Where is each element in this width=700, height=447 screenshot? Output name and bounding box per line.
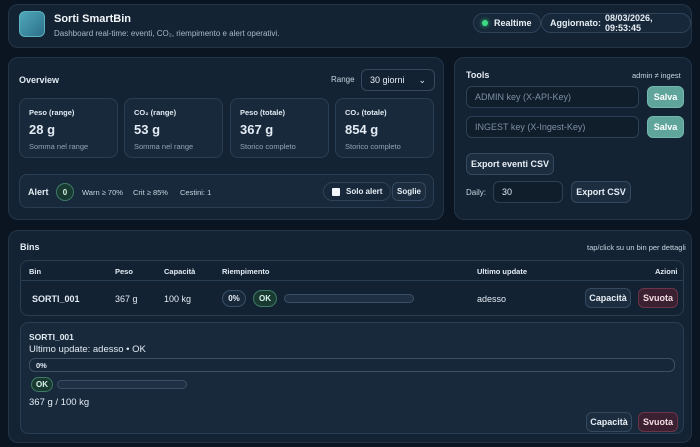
save-ingest-key-button[interactable]: Salva	[647, 116, 684, 138]
export-csv-button[interactable]: Export CSV	[571, 181, 631, 203]
logo-icon	[19, 11, 45, 37]
col-header-ultimo-update: Ultimo update	[477, 267, 527, 276]
stat-caption: Somma nel range	[134, 142, 194, 151]
stat-label: Peso (range)	[29, 108, 75, 117]
realtime-badge: Realtime	[473, 13, 541, 33]
cell-ultimo-update: adesso	[477, 294, 507, 304]
updated-value: 08/03/2026, 09:53:45	[605, 13, 653, 33]
tools-title: Tools	[466, 70, 490, 80]
status-badge: OK	[253, 290, 277, 307]
realtime-label: Realtime	[494, 18, 532, 28]
capacity-button[interactable]: Capacità	[585, 288, 631, 308]
detail-progress-bar	[57, 380, 187, 389]
app-subtitle: Dashboard real-time: eventi, CO₂, riempi…	[54, 29, 280, 38]
updated-badge: Aggiornato: 08/03/2026, 09:53:45	[541, 13, 691, 33]
alert-warn: Warn ≥ 70%	[82, 188, 123, 197]
save-admin-key-button[interactable]: Salva	[647, 86, 684, 108]
ingest-key-input[interactable]	[466, 116, 639, 138]
alert-crit: Crit ≥ 85%	[133, 188, 168, 197]
bins-hint: tap/click su un bin per dettagli	[587, 243, 686, 252]
bins-title: Bins	[20, 242, 40, 252]
empty-bin-button[interactable]: Svuota	[638, 288, 678, 308]
col-header-riempimento: Riempimento	[222, 267, 270, 276]
tools-role: admin ≠ ingest	[632, 71, 681, 80]
solo-alert-toggle[interactable]: Solo alert	[323, 182, 392, 201]
col-header-azioni: Azioni	[655, 267, 678, 276]
stat-label: CO₂ (totale)	[345, 108, 387, 117]
bins-card: Bins tap/click su un bin per dettagli Bi…	[8, 230, 692, 443]
detail-percent-bar: 0%	[29, 358, 675, 372]
alert-bar: Alert 0 Warn ≥ 70% Crit ≥ 85% Cestini: 1…	[19, 174, 434, 208]
detail-bin-name: SORTI_001	[29, 332, 74, 342]
stat-caption: Storico completo	[240, 142, 296, 151]
col-header-peso: Peso	[115, 267, 133, 276]
stat-caption: Somma nel range	[29, 142, 89, 151]
col-header-capacita: Capacità	[164, 267, 196, 276]
detail-last-update: Ultimo update: adesso • OK	[29, 344, 146, 355]
header-card: Sorti SmartBin Dashboard real-time: even…	[8, 4, 692, 48]
cell-peso: 367 g	[115, 294, 138, 304]
fill-progress-bar	[284, 294, 414, 303]
status-dot-icon	[482, 20, 488, 26]
stat-card-co2-range: CO₂ (range) 53 g Somma nel range	[124, 98, 223, 158]
stat-card-peso-range: Peso (range) 28 g Somma nel range	[19, 98, 118, 158]
fill-percent-badge: 0%	[222, 290, 246, 307]
overview-title: Overview	[19, 75, 60, 85]
range-select-value: 30 giorni	[370, 75, 405, 85]
stat-caption: Storico completo	[345, 142, 401, 151]
tools-card: Tools admin ≠ ingest Salva Salva Export …	[454, 57, 692, 220]
detail-status-badge: OK	[31, 377, 53, 392]
soglie-button[interactable]: Soglie	[392, 182, 426, 201]
admin-key-input[interactable]	[466, 86, 639, 108]
stat-label: Peso (totale)	[240, 108, 286, 117]
detail-fill-percent: 0%	[36, 361, 47, 370]
daily-input[interactable]	[493, 181, 563, 203]
overview-card: Overview Range 30 giorni ⌄ Peso (range) …	[8, 57, 444, 220]
stat-value: 53 g	[134, 122, 161, 137]
detail-capacity-button[interactable]: Capacità	[586, 412, 632, 432]
range-label: Range	[331, 75, 355, 84]
detail-empty-bin-button[interactable]: Svuota	[638, 412, 678, 432]
app-title: Sorti SmartBin	[54, 13, 132, 25]
col-header-bin: Bin	[29, 267, 42, 276]
cell-bin: SORTI_001	[32, 294, 80, 304]
updated-label: Aggiornato:	[550, 18, 601, 28]
range-select[interactable]: 30 giorni ⌄	[361, 69, 435, 91]
stat-value: 28 g	[29, 122, 56, 137]
alert-count-badge: 0	[56, 183, 74, 201]
detail-weight-capacity: 367 g / 100 kg	[29, 397, 90, 408]
export-events-button[interactable]: Export eventi CSV	[466, 153, 554, 175]
cell-capacita: 100 kg	[164, 294, 192, 304]
bins-table: Bin Peso Capacità Riempimento Ultimo upd…	[20, 260, 684, 316]
solo-alert-label: Solo alert	[346, 187, 383, 196]
stat-card-co2-total: CO₂ (totale) 854 g Storico completo	[335, 98, 434, 158]
stat-label: CO₂ (range)	[134, 108, 177, 117]
daily-label: Daily:	[466, 188, 487, 197]
table-row[interactable]: SORTI_001 367 g 100 kg 0% OK adesso Capa…	[21, 281, 683, 315]
stat-value: 854 g	[345, 122, 379, 137]
chevron-down-icon: ⌄	[418, 74, 426, 85]
bin-detail-panel: SORTI_001 Ultimo update: adesso • OK 0% …	[20, 322, 684, 434]
table-header-row: Bin Peso Capacità Riempimento Ultimo upd…	[21, 261, 683, 281]
alert-cestini: Cestini: 1	[180, 188, 212, 197]
alert-label: Alert	[28, 187, 49, 197]
stat-value: 367 g	[240, 122, 274, 137]
stat-card-peso-total: Peso (totale) 367 g Storico completo	[230, 98, 329, 158]
checkbox[interactable]	[332, 187, 340, 196]
